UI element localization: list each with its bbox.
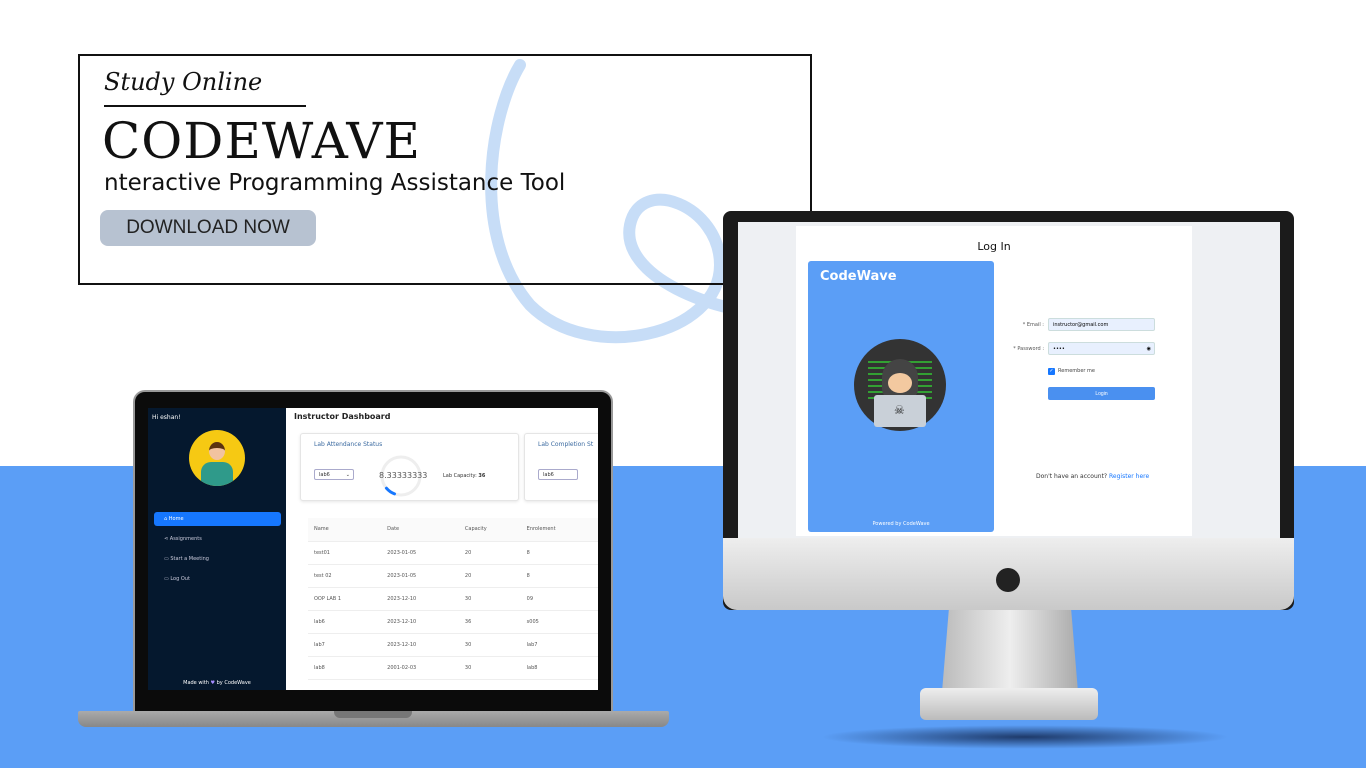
table-cell: 2023-12-10	[381, 610, 459, 634]
card-title: Lab Completion St	[538, 441, 594, 448]
table-cell: 2023-01-05	[381, 541, 459, 565]
card-title: Lab Attendance Status	[314, 441, 383, 448]
register-link[interactable]: Register here	[1109, 473, 1149, 480]
table-row[interactable]: lab8 2001-02-03 30 lab8	[308, 656, 598, 680]
select-value: lab6	[319, 472, 330, 478]
table-cell: 8	[520, 564, 598, 588]
nav-label: Start a Meeting	[170, 556, 209, 562]
table-cell: 2001-02-03	[381, 656, 459, 680]
table-cell: s005	[520, 610, 598, 634]
laptop-screen: Hi eshan! ⌂ Home ⋖ Assignments ▭ Start a…	[148, 408, 598, 690]
table-cell: 20	[458, 541, 521, 565]
greeting: Hi eshan!	[152, 414, 181, 421]
attendance-card: Lab Attendance Status lab6 ⌄ 8.33333333 …	[300, 433, 519, 501]
login-button[interactable]: Login	[1048, 387, 1155, 400]
table-cell: 8	[520, 541, 598, 565]
table-cell: 2023-12-10	[381, 633, 459, 657]
table-cell: 36	[458, 610, 521, 634]
table-cell: test 02	[308, 564, 382, 588]
col-header: Enrolement	[520, 518, 598, 542]
sidebar: Hi eshan! ⌂ Home ⋖ Assignments ▭ Start a…	[148, 408, 286, 690]
monitor-shadow	[820, 725, 1230, 749]
lab-select[interactable]: lab6 ⌄	[314, 469, 354, 480]
login-title: Log In	[977, 240, 1011, 253]
table-cell: test01	[308, 541, 382, 565]
monitor-logo	[996, 568, 1020, 592]
table-cell: lab6	[308, 610, 382, 634]
col-header: Name	[308, 518, 382, 542]
tagline: Study Online	[104, 68, 263, 96]
table-header: Name Date Capacity Enrolement	[308, 518, 598, 542]
heart-icon: ♥	[210, 680, 216, 686]
table-row[interactable]: test 02 2023-01-05 20 8	[308, 564, 598, 588]
table-cell: 30	[458, 587, 521, 611]
table-cell: 20	[458, 564, 521, 588]
nav-home[interactable]: ⌂ Home	[154, 512, 281, 526]
subtitle: nteractive Programming Assistance Tool	[104, 170, 566, 196]
table-cell: 2023-12-10	[381, 587, 459, 611]
brand-title: CODEWAVE	[102, 112, 421, 170]
attendance-value: 8.33333333	[379, 471, 428, 480]
capacity-value: 36	[478, 473, 486, 479]
powered-by: Powered by CodeWave	[872, 521, 930, 527]
table-cell: 2023-01-05	[381, 564, 459, 588]
nav-label: Log Out	[170, 576, 190, 582]
nav-assignments[interactable]: ⋖ Assignments	[154, 532, 281, 546]
table-row[interactable]: test01 2023-01-05 20 8	[308, 541, 598, 565]
password-value: ••••	[1053, 346, 1065, 352]
laptop-notch	[334, 711, 412, 718]
completion-card: Lab Completion St lab6	[524, 433, 598, 501]
lab-select[interactable]: lab6	[538, 469, 578, 480]
email-label: * Email :	[1022, 322, 1044, 328]
password-field[interactable]: •••• ◉	[1048, 342, 1155, 355]
page-title: Instructor Dashboard	[294, 412, 391, 421]
table-row[interactable]: lab6 2023-12-10 36 s005	[308, 610, 598, 634]
footer-text: Made with	[183, 680, 209, 686]
table-cell: 30	[458, 633, 521, 657]
capacity: Lab Capacity: 36	[443, 473, 485, 479]
nav-label: Home	[168, 516, 184, 522]
table-row[interactable]: OOP LAB 1 2023-12-10 30 09	[308, 587, 598, 611]
nav-log-out[interactable]: ▭ Log Out	[154, 572, 281, 586]
labs-table: Name Date Capacity Enrolement test01 2023-01…	[308, 518, 598, 680]
register-prompt: Don't have an account? Register here	[1036, 473, 1149, 480]
col-header: Capacity	[458, 518, 521, 542]
table-cell: lab7	[308, 633, 382, 657]
eye-icon[interactable]: ◉	[1147, 343, 1154, 355]
nav-start-meeting[interactable]: ▭ Start a Meeting	[154, 552, 281, 566]
nav-label: Assignments	[169, 536, 202, 542]
monitor-stand	[942, 610, 1078, 692]
remember-checkbox[interactable]: ✓	[1048, 368, 1055, 375]
download-button[interactable]: DOWNLOAD NOW	[100, 210, 316, 246]
panel-brand: CodeWave	[820, 269, 897, 284]
avatar	[189, 430, 245, 486]
capacity-label: Lab Capacity:	[443, 473, 477, 479]
select-value: lab6	[543, 472, 554, 478]
table-cell: 30	[458, 656, 521, 680]
remember-label: Remember me	[1058, 368, 1095, 374]
hacker-illustration: ☠	[854, 339, 946, 431]
table-row[interactable]: lab7 2023-12-10 30 lab7	[308, 633, 598, 657]
sidebar-footer: Made with ♥ by CodeWave	[148, 680, 286, 686]
monitor-screen: Log In CodeWave ☠ Powered by CodeWave * …	[738, 222, 1280, 538]
table-cell: lab8	[520, 656, 598, 680]
col-header: Date	[381, 518, 459, 542]
footer-by: by CodeWave	[216, 680, 251, 686]
monitor-foot	[920, 688, 1098, 720]
email-field[interactable]: instructor@gmail.com	[1048, 318, 1155, 331]
table-cell: lab8	[308, 656, 382, 680]
chevron-down-icon: ⌄	[345, 472, 350, 478]
login-brand-panel: CodeWave ☠ Powered by CodeWave	[808, 261, 994, 532]
table-cell: lab7	[520, 633, 598, 657]
login-card: Log In CodeWave ☠ Powered by CodeWave * …	[796, 226, 1192, 536]
password-label: * Password :	[1013, 346, 1044, 352]
divider	[104, 105, 306, 107]
no-account-text: Don't have an account?	[1036, 473, 1108, 480]
table-cell: OOP LAB 1	[308, 587, 382, 611]
table-cell: 09	[520, 587, 598, 611]
